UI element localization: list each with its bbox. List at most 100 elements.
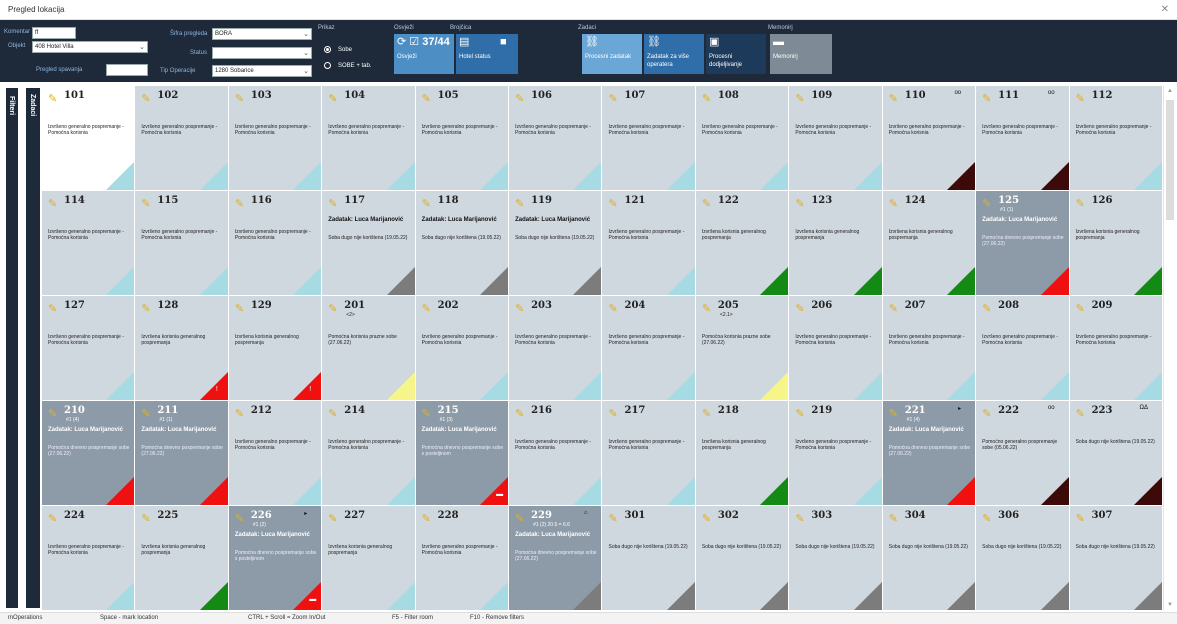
room-tile[interactable]: ✎ 307 Soba dugo nije korištena (19.05.22) — [1069, 506, 1162, 610]
room-tile[interactable]: ✎ 125 #1 (1) Zadatak: Luca Marijanović Pomoć… — [976, 191, 1069, 295]
edit-icon[interactable]: ✎ — [328, 92, 337, 105]
edit-icon[interactable]: ✎ — [982, 302, 991, 315]
edit-icon[interactable]: ✎ — [795, 512, 804, 525]
room-tile[interactable]: ✎ 222 oo Pomoćno generalno pospremanje sobe… — [976, 401, 1069, 505]
zadaci-tab[interactable]: Zadaci — [26, 88, 40, 608]
room-tile[interactable]: ✎ 226 #1 (2) ▸ Zadatak: Luca Marijanović Pomo… — [228, 506, 322, 610]
room-tile[interactable]: ✎ 123 Izvršena korisnia generalnog posprem… — [789, 191, 882, 295]
edit-icon[interactable]: ✎ — [141, 407, 150, 420]
room-tile[interactable]: ✎ 218 Izvršena korisnia generalnog posprem… — [695, 401, 789, 505]
edit-icon[interactable]: ✎ — [422, 197, 431, 210]
room-tile[interactable]: ✎ 111 oo Izvršeno generalno pospremanje - P… — [976, 86, 1069, 190]
edit-icon[interactable]: ✎ — [235, 92, 244, 105]
procesni-zadatak-button[interactable]: ⛓ Procesni zadatak — [582, 34, 642, 74]
edit-icon[interactable]: ✎ — [889, 197, 898, 210]
filteri-tab[interactable]: Filteri — [6, 88, 18, 608]
edit-icon[interactable]: ✎ — [515, 407, 524, 420]
room-tile[interactable]: ✎ 114 Izvršeno generalno pospremanje - Pom… — [42, 191, 135, 295]
edit-icon[interactable]: ✎ — [515, 197, 524, 210]
room-tile[interactable]: ✎ 119 Zadatak: Luca Marijanović Soba dugo n… — [509, 191, 602, 295]
edit-icon[interactable]: ✎ — [48, 92, 57, 105]
edit-icon[interactable]: ✎ — [702, 512, 711, 525]
edit-icon[interactable]: ✎ — [702, 197, 711, 210]
edit-icon[interactable]: ✎ — [608, 512, 617, 525]
room-tile[interactable]: ✎ 204 Izvršeno generalno pospremanje - Pom… — [602, 296, 695, 400]
edit-icon[interactable]: ✎ — [1076, 92, 1085, 105]
vertical-scrollbar[interactable]: ▲ ▼ — [1163, 86, 1175, 610]
room-tile[interactable]: ✎ 102 Izvršeno generalno pospremanje - Pom… — [135, 86, 228, 190]
room-tile[interactable]: ✎ 121 Izvršeno generalno pospremanje - Pom… — [602, 191, 695, 295]
edit-icon[interactable]: ✎ — [702, 92, 711, 105]
edit-icon[interactable]: ✎ — [795, 407, 804, 420]
hotel-status-button[interactable]: ▤ ■ Hotel status — [456, 34, 518, 74]
edit-icon[interactable]: ✎ — [982, 197, 991, 210]
room-tile[interactable]: ✎ 301 Soba dugo nije korištena (19.05.22) — [602, 506, 695, 610]
room-tile[interactable]: ✎ 215 #1 (3) Zadatak: Luca Marijanović Pomoć… — [415, 401, 509, 505]
edit-icon[interactable]: ✎ — [608, 302, 617, 315]
room-tile[interactable]: ✎ 127 Izvršeno generalno pospremanje - Pom… — [42, 296, 135, 400]
room-tile[interactable]: ✎ 216 Izvršeno generalno pospremanje - Pom… — [509, 401, 602, 505]
room-tile[interactable]: ✎ 225 Izvršena korisnia generalnog posprem… — [135, 506, 228, 610]
room-tile[interactable]: ✎ 109 Izvršeno generalno pospremanje - Pom… — [789, 86, 882, 190]
room-tile[interactable]: ✎ 104 Izvršeno generalno pospremanje - Pom… — [322, 86, 415, 190]
osvjezi-button[interactable]: ⟳ ☑ 37/44 Osvježi — [394, 34, 454, 74]
room-tile[interactable]: ✎ 129 Izvršena korisnia generalnog posprem… — [228, 296, 322, 400]
room-tile[interactable]: ✎ 207 Izvršeno generalno pospremanje - Pom… — [882, 296, 976, 400]
edit-icon[interactable]: ✎ — [141, 512, 150, 525]
room-tile[interactable]: ✎ 210 #1 (4) Zadatak: Luca Marijanović Pomoć… — [42, 401, 135, 505]
zadatak-za-vise-button[interactable]: ⛓ Zadatak za više operatera — [644, 34, 704, 74]
room-tile[interactable]: ✎ 115 Izvršeno generalno pospremanje - Pom… — [135, 191, 228, 295]
edit-icon[interactable]: ✎ — [795, 302, 804, 315]
edit-icon[interactable]: ✎ — [982, 512, 991, 525]
room-tile[interactable]: ✎ 304 Soba dugo nije korištena (19.05.22) — [882, 506, 976, 610]
room-tile[interactable]: ✎ 203 Izvršeno generalno pospremanje - Pom… — [509, 296, 602, 400]
edit-icon[interactable]: ✎ — [328, 512, 337, 525]
edit-icon[interactable]: ✎ — [235, 512, 244, 525]
room-tile[interactable]: ✎ 212 Izvršeno generalno pospremanje - Pom… — [228, 401, 322, 505]
edit-icon[interactable]: ✎ — [982, 407, 991, 420]
edit-icon[interactable]: ✎ — [889, 512, 898, 525]
room-tile[interactable]: ✎ 206 Izvršeno generalno pospremanje - Pom… — [789, 296, 882, 400]
room-tile[interactable]: ✎ 110 oo Izvršeno generalno pospremanje - P… — [882, 86, 976, 190]
edit-icon[interactable]: ✎ — [48, 302, 57, 315]
edit-icon[interactable]: ✎ — [515, 302, 524, 315]
edit-icon[interactable]: ✎ — [48, 197, 57, 210]
edit-icon[interactable]: ✎ — [795, 92, 804, 105]
room-tile[interactable]: ✎ 112 Izvršeno generalno pospremanje - Pom… — [1069, 86, 1162, 190]
memonirj-button[interactable]: ▬ Memonirj — [770, 34, 832, 74]
komentar-field[interactable]: ff — [32, 27, 76, 39]
room-tile[interactable]: ✎ 106 Izvršeno generalno pospremanje - Pom… — [509, 86, 602, 190]
edit-icon[interactable]: ✎ — [982, 92, 991, 105]
room-tile[interactable]: ✎ 214 Izvršeno generalno pospremanje - Pom… — [322, 401, 415, 505]
room-tile[interactable]: ✎ 302 Soba dugo nije korištena (19.05.22) — [695, 506, 789, 610]
edit-icon[interactable]: ✎ — [889, 92, 898, 105]
edit-icon[interactable]: ✎ — [702, 302, 711, 315]
room-tile[interactable]: ✎ 122 Izvršena korisnia generalnog posprem… — [695, 191, 789, 295]
edit-icon[interactable]: ✎ — [608, 407, 617, 420]
edit-icon[interactable]: ✎ — [889, 407, 898, 420]
edit-icon[interactable]: ✎ — [422, 92, 431, 105]
room-tile[interactable]: ✎ 303 Soba dugo nije korištena (19.05.22) — [789, 506, 882, 610]
room-tile[interactable]: ✎ 116 Izvršeno generalno pospremanje - Pom… — [228, 191, 322, 295]
tip-operacije-select[interactable]: 1280 Sobarice ⌄ — [212, 65, 312, 77]
edit-icon[interactable]: ✎ — [141, 302, 150, 315]
edit-icon[interactable]: ✎ — [422, 512, 431, 525]
room-tile[interactable]: ✎ 306 Soba dugo nije korištena (19.05.22) — [976, 506, 1069, 610]
room-tile[interactable]: ✎ 107 Izvršeno generalno pospremanje - Pom… — [602, 86, 695, 190]
room-tile[interactable]: ✎ 124 Izvršena korisnia generalnog posprem… — [882, 191, 976, 295]
close-icon[interactable]: ✕ — [1161, 4, 1169, 15]
edit-icon[interactable]: ✎ — [328, 197, 337, 210]
edit-icon[interactable]: ✎ — [141, 197, 150, 210]
edit-icon[interactable]: ✎ — [795, 197, 804, 210]
room-tile[interactable]: ✎ 227 Izvršena korisnia generalnog posprem… — [322, 506, 415, 610]
room-tile[interactable]: ✎ 118 Zadatak: Luca Marijanović Soba dugo n… — [415, 191, 509, 295]
room-tile[interactable]: ✎ 108 Izvršeno generalno pospremanje - Pom… — [695, 86, 789, 190]
edit-icon[interactable]: ✎ — [1076, 197, 1085, 210]
room-tile[interactable]: ✎ 101 Izvršeno generalno pospremanje - Pom… — [42, 86, 135, 190]
edit-icon[interactable]: ✎ — [48, 512, 57, 525]
room-tile[interactable]: ✎ 221 #1 (4) ▸ Zadatak: Luca Marijanović Pomo… — [882, 401, 976, 505]
objekt-select[interactable]: 408 Hotel Villa ⌄ — [32, 41, 148, 53]
edit-icon[interactable]: ✎ — [1076, 512, 1085, 525]
pregled-spavanja-field[interactable] — [106, 64, 148, 76]
room-tile[interactable]: ✎ 105 Izvršeno generalno pospremanje - Pom… — [415, 86, 509, 190]
